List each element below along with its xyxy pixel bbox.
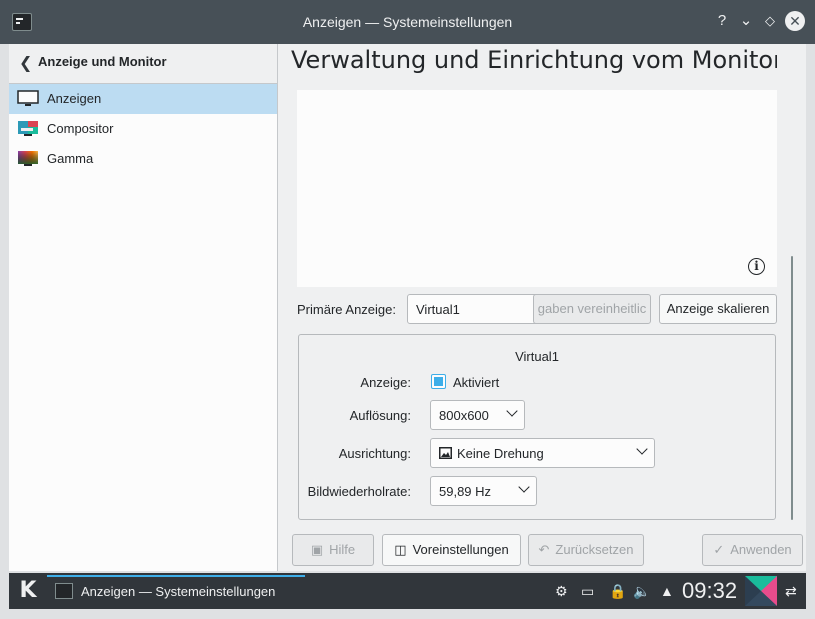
image-icon — [439, 447, 452, 459]
application-launcher-icon[interactable]: K — [15, 578, 41, 604]
sidebar-item-label: Anzeigen — [47, 91, 102, 106]
task-label: Anzeigen — Systemeinstellungen — [81, 584, 276, 599]
sidebar-item-gamma[interactable]: Gamma — [9, 144, 277, 174]
settings-window: ❮ Anzeige und Monitor Anzeigen Composito… — [9, 44, 806, 571]
clock[interactable]: 09:32 — [682, 578, 737, 604]
title-bar: Anzeigen — Systemeinstellungen ? ⌄ ◇ ✕ — [0, 0, 815, 44]
sidebar-item-anzeigen[interactable]: Anzeigen — [9, 84, 277, 114]
minimize-icon[interactable]: ⌄ — [736, 11, 756, 31]
help-context-icon[interactable]: ? — [712, 11, 732, 31]
scale-display-button[interactable]: Anzeige skalieren — [659, 294, 777, 324]
window-title: Anzeigen — Systemeinstellungen — [302, 14, 513, 30]
apply-button-label: Anwenden — [730, 542, 792, 557]
enabled-label: Aktiviert — [453, 375, 500, 390]
resolution-value: 800x600 — [439, 408, 489, 423]
unify-outputs-button[interactable]: gaben vereinheitlic — [533, 294, 651, 324]
document-icon: ◫ — [394, 542, 407, 557]
sidebar-header-label: Anzeige und Monitor — [38, 54, 167, 69]
help-icon: ▣ — [310, 542, 324, 557]
refresh-rate-select[interactable]: 59,89 Hz — [430, 476, 537, 506]
network-icon[interactable]: ▭ — [581, 583, 594, 600]
sidebar-item-compositor[interactable]: Compositor — [9, 114, 277, 144]
refresh-rate-label: Bildwiederholrate: — [307, 484, 411, 499]
gamma-icon — [18, 151, 38, 166]
output-name: Virtual1 — [515, 349, 559, 364]
orientation-value: Keine Drehung — [457, 446, 544, 461]
resolution-select[interactable]: 800x600 — [430, 400, 525, 430]
defaults-button-label: Voreinstellungen — [412, 542, 509, 557]
chevron-down-icon — [518, 481, 530, 493]
primary-display-label: Primäre Anzeige: — [297, 302, 396, 317]
refresh-rate-value: 59,89 Hz — [439, 484, 492, 499]
primary-display-value: Virtual1 — [416, 302, 460, 317]
display-label: Anzeige: — [360, 375, 411, 390]
taskbar: K Anzeigen — Systemeinstellungen ⚙ ▭ 🔒 🔈… — [9, 573, 806, 609]
monitor-icon — [17, 90, 39, 106]
lock-icon[interactable]: 🔒 — [609, 583, 626, 600]
chevron-down-icon — [506, 405, 518, 417]
info-icon[interactable]: i — [748, 258, 765, 275]
sidebar-item-label: Compositor — [47, 121, 114, 136]
close-icon[interactable]: ✕ — [785, 11, 805, 31]
screen-layout-canvas[interactable]: i — [297, 90, 777, 287]
taskbar-task-systemsettings[interactable]: Anzeigen — Systemeinstellungen — [47, 573, 305, 609]
output-settings-group: Virtual1 Anzeige: Aktiviert Auflösung: 8… — [298, 334, 776, 520]
reset-button[interactable]: ↶ Zurücksetzen — [528, 534, 644, 566]
panel-settings-icon[interactable]: ⇄ — [785, 583, 797, 600]
undo-icon: ↶ — [538, 542, 550, 557]
primary-display-select[interactable]: Virtual1 — [407, 294, 552, 324]
sidebar-item-label: Gamma — [47, 151, 94, 166]
help-button-label: Hilfe — [329, 542, 356, 557]
help-button[interactable]: ▣ Hilfe — [292, 534, 374, 566]
tray-expand-icon[interactable]: ▲ — [660, 583, 674, 599]
orientation-select[interactable]: Keine Drehung — [430, 438, 655, 468]
defaults-button[interactable]: ◫ Voreinstellungen — [382, 534, 521, 566]
active-task-indicator — [47, 575, 305, 577]
chevron-down-icon — [636, 443, 648, 455]
chevron-left-icon: ❮ — [19, 55, 33, 72]
maximize-icon[interactable]: ◇ — [760, 11, 780, 31]
orientation-label: Ausrichtung: — [338, 446, 411, 461]
show-desktop-icon[interactable] — [745, 576, 777, 606]
sidebar: ❮ Anzeige und Monitor Anzeigen Composito… — [9, 44, 278, 571]
primary-display-row: Primäre Anzeige: Virtual1 gaben vereinhe… — [297, 294, 777, 324]
reset-button-label: Zurücksetzen — [555, 542, 634, 557]
enabled-checkbox[interactable] — [431, 374, 446, 389]
resolution-label: Auflösung: — [349, 408, 411, 423]
volume-icon[interactable]: 🔈 — [633, 583, 650, 600]
apply-button[interactable]: ✓ Anwenden — [702, 534, 803, 566]
compositor-icon — [18, 121, 38, 136]
updates-icon[interactable]: ⚙ — [555, 583, 568, 600]
system-settings-icon — [55, 583, 73, 599]
page-title: Verwaltung und Einrichtung vom Monitoren — [291, 46, 777, 74]
checkmark-icon: ✓ — [713, 542, 725, 557]
vertical-scrollbar[interactable] — [791, 256, 793, 520]
sidebar-back-button[interactable]: ❮ Anzeige und Monitor — [9, 44, 277, 84]
main-pane: Verwaltung und Einrichtung vom Monitoren… — [279, 44, 806, 571]
